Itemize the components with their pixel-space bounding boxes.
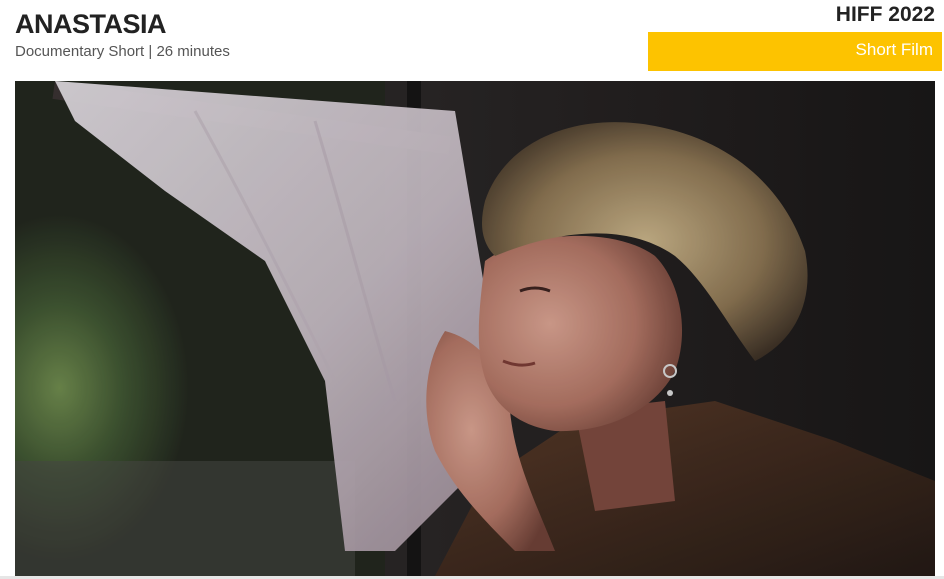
film-detail-page: ANASTASIA Documentary Short | 26 minutes… bbox=[0, 0, 944, 579]
film-meta: Documentary Short | 26 minutes bbox=[15, 43, 230, 60]
festival-label: HIFF 2022 bbox=[835, 3, 935, 26]
film-still-image bbox=[15, 81, 935, 576]
film-title: ANASTASIA bbox=[15, 9, 167, 39]
category-badge[interactable]: Short Film bbox=[648, 32, 942, 71]
